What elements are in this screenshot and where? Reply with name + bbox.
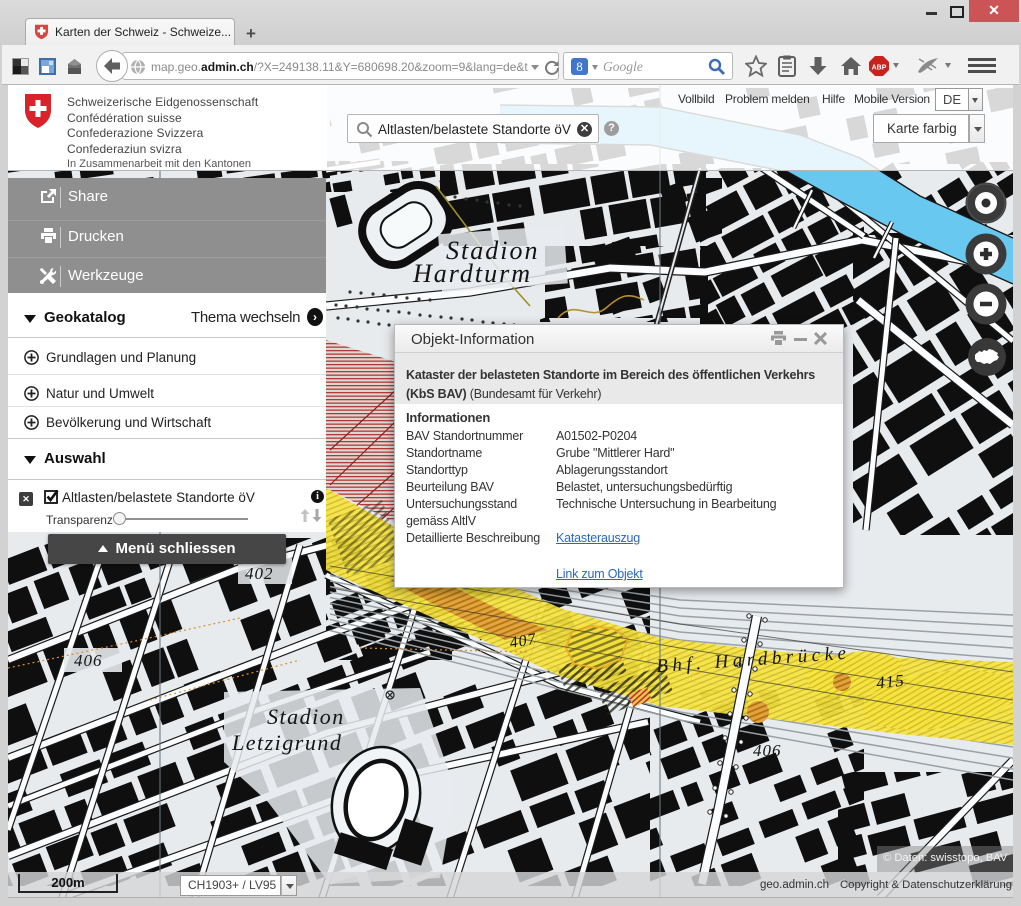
- svg-text:ABP: ABP: [872, 65, 887, 72]
- svg-text:406: 406: [74, 651, 103, 670]
- svg-text:Hardturm: Hardturm: [412, 259, 532, 288]
- svg-text:406: 406: [753, 741, 782, 760]
- svg-text:415: 415: [875, 671, 905, 693]
- svg-text:402: 402: [245, 564, 274, 583]
- svg-text:Letzigrund: Letzigrund: [231, 730, 342, 755]
- svg-text:Stadion: Stadion: [267, 704, 345, 729]
